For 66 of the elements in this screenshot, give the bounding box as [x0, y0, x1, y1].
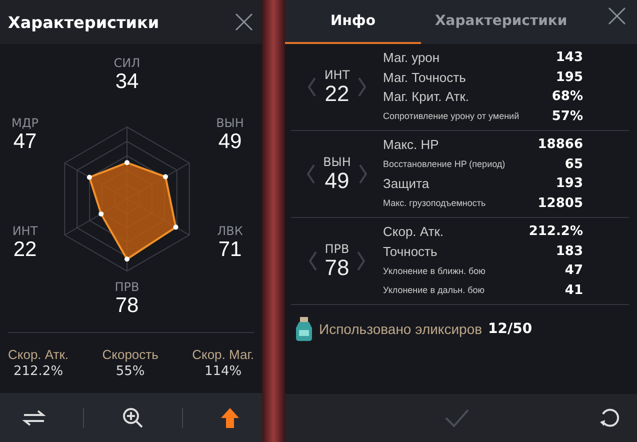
attribute-value: 183 [556, 244, 583, 259]
stat-value: 47 [13, 130, 37, 154]
stat-label: ИНТ [324, 68, 350, 82]
attribute-value: 47 [564, 263, 583, 278]
attribute-label: Сопротивление урону от умений [383, 111, 520, 122]
stat-value: 78 [324, 256, 350, 280]
stat-label: ВЫН [323, 155, 351, 169]
attribute-label: Уклонение в ближн. бою [383, 266, 486, 276]
close-icon[interactable] [607, 6, 627, 26]
refresh-icon[interactable] [599, 407, 621, 429]
chevron-left-icon[interactable] [308, 77, 316, 97]
stat-label: ПРВ [114, 280, 140, 294]
speed-value: 55% [116, 364, 145, 379]
stat-label: СИЛ [114, 56, 140, 70]
speed-value: 212.2% [13, 364, 64, 379]
attribute-label: Маг. Крит. Атк. [383, 89, 470, 104]
stat-label: ЛВК [217, 224, 243, 238]
stat-value: 22 [324, 82, 350, 106]
speed-label: Скор. Маг. [192, 347, 254, 362]
elixir-label: Использовано эликсиров [319, 321, 482, 337]
panel-title: Характеристики [8, 12, 160, 32]
tab[interactable]: Инфо [285, 0, 421, 44]
attribute-value: 212.2% [528, 224, 583, 240]
attribute-label: Скор. Атк. [383, 224, 444, 240]
speed-label: Скорость [102, 347, 158, 362]
attribute-value: 68% [552, 89, 583, 104]
attribute-label: Точность [383, 244, 438, 259]
speed-label: Скор. Атк. [8, 347, 69, 362]
attribute-label: Маг. урон [383, 50, 440, 66]
attribute-value: 12805 [538, 196, 583, 211]
attribute-value: 193 [556, 176, 583, 192]
stat-value: 22 [13, 238, 37, 262]
attribute-value: 65 [564, 156, 583, 172]
attribute-label: Уклонение в дальн. бою [383, 285, 485, 296]
stat-label: МДР [12, 116, 38, 130]
attribute-value: 143 [556, 50, 583, 66]
stat-label: ПРВ [324, 242, 350, 256]
chevron-left-icon[interactable] [307, 164, 316, 184]
chevron-right-icon[interactable] [357, 251, 366, 271]
elixir-count: 12/50 [488, 321, 532, 337]
stat-value: 71 [218, 238, 242, 262]
attribute-label: Маг. Точность [383, 70, 466, 85]
attribute-label: Восстановление HP (период) [383, 159, 506, 170]
speed-value: 114% [204, 364, 242, 379]
arrow-up-icon [220, 406, 240, 428]
stat-value: 78 [115, 294, 139, 318]
potion-icon [295, 316, 313, 342]
stat-value: 49 [324, 169, 350, 193]
stat-label: ВЫН [216, 116, 244, 130]
attribute-value: 195 [556, 70, 583, 85]
attribute-label: Макс. HP [383, 137, 439, 152]
attribute-label: Защита [383, 176, 430, 192]
attribute-value: 57% [552, 108, 583, 124]
stat-value: 34 [115, 70, 139, 94]
chevron-right-icon[interactable] [358, 164, 367, 184]
zoom-in-icon [120, 406, 145, 430]
stat-value: 49 [218, 130, 242, 154]
chevron-right-icon[interactable] [358, 77, 366, 97]
attribute-value: 18866 [538, 137, 583, 152]
close-icon[interactable] [234, 12, 254, 32]
tab[interactable]: Характеристики [421, 0, 582, 44]
swap-icon [22, 408, 46, 428]
attribute-value: 41 [564, 282, 583, 298]
chevron-left-icon[interactable] [308, 251, 317, 271]
attribute-label: Макс. грузоподъемность [383, 198, 486, 208]
stat-label: ИНТ [12, 224, 38, 238]
